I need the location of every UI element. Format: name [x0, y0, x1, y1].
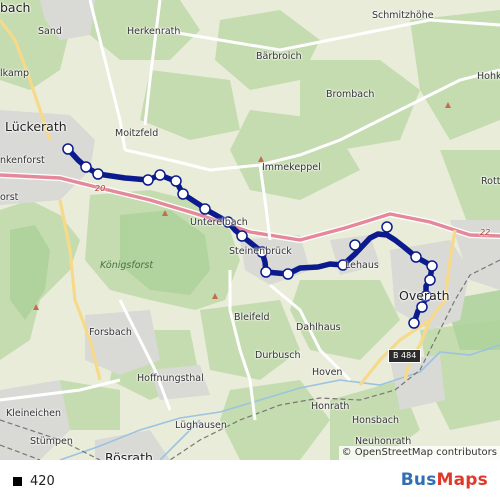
place-label: Bleifeld	[234, 312, 270, 323]
place-label: Dahlhaus	[296, 322, 341, 333]
road-label-a4-west: 20	[95, 184, 106, 193]
place-label: Overath	[399, 288, 450, 303]
place-label: Königsforst	[100, 260, 154, 271]
attribution-text: © OpenStreetMap contributors	[341, 447, 497, 458]
road-label-a4-east: 22	[480, 228, 491, 237]
map-attribution[interactable]: © OpenStreetMap contributors	[338, 446, 500, 460]
bus-stop-marker[interactable]	[170, 175, 182, 187]
bus-stop-marker[interactable]	[199, 203, 211, 215]
place-label: lkamp	[0, 68, 30, 79]
place-label: Hoffnungsthal	[137, 373, 204, 384]
bus-stop-marker[interactable]	[408, 317, 420, 329]
place-label: Immekeppel	[262, 162, 321, 173]
place-label: nkenforst	[0, 155, 45, 166]
route-legend: 420	[13, 474, 55, 489]
place-label: Honrath	[311, 401, 350, 412]
bus-stop-marker[interactable]	[426, 260, 438, 272]
bus-stop-marker[interactable]	[260, 266, 272, 278]
logo-text-maps: Maps	[436, 470, 488, 490]
place-label: Forsbach	[89, 327, 132, 338]
place-label: Herkenrath	[127, 26, 181, 37]
bus-stop-marker[interactable]	[410, 251, 422, 263]
legend-swatch	[13, 477, 22, 486]
place-label: Honsbach	[352, 415, 400, 426]
place-label: Sand	[38, 26, 62, 37]
place-label: Unterelbach	[190, 217, 248, 228]
place-label: Steinenbrück	[229, 246, 292, 257]
bus-stop-marker[interactable]	[349, 239, 361, 251]
place-label: Brombach	[326, 89, 375, 100]
place-label: Kleineichen	[6, 408, 61, 419]
place-label: Lückerath	[5, 119, 67, 134]
place-label: Hoven	[312, 367, 343, 378]
map-view[interactable]: bach Sand Herkenrath Schmitzhöhe Bärbroich lk…	[0, 0, 500, 460]
bus-stop-marker[interactable]	[424, 274, 436, 286]
bus-route-layer	[62, 143, 438, 329]
bus-stop-marker[interactable]	[92, 168, 104, 180]
bus-stop-marker[interactable]	[80, 161, 92, 173]
bus-stop-marker[interactable]	[142, 174, 154, 186]
place-label: Lehaus	[345, 260, 379, 271]
road-shield-b484: B 484	[388, 349, 422, 363]
bus-stop-marker[interactable]	[177, 188, 189, 200]
bus-stop-marker[interactable]	[154, 169, 166, 181]
place-label: Durbusch	[255, 350, 301, 361]
place-label: Stümpen	[30, 436, 73, 447]
legend-route-number: 420	[30, 474, 55, 489]
bus-stop-marker[interactable]	[236, 230, 248, 242]
place-label: bach	[0, 0, 31, 15]
bus-stop-marker[interactable]	[381, 221, 393, 233]
place-label: Hohk	[477, 71, 500, 82]
bus-route-420-line	[65, 146, 435, 326]
place-label: Schmitzhöhe	[372, 10, 434, 21]
logo-text-bus: Bus	[400, 470, 437, 490]
place-label: Bärbroich	[256, 51, 302, 62]
footer-bar: 420 BusMaps	[0, 460, 500, 500]
place-label: Rösrath	[105, 450, 153, 460]
busmaps-logo[interactable]: BusMaps	[401, 470, 488, 490]
bus-stop-marker[interactable]	[282, 268, 294, 280]
place-label: Lüghausen	[175, 420, 227, 431]
bus-stop-marker[interactable]	[62, 143, 74, 155]
place-label: orst	[0, 192, 19, 203]
place-label: Moitzfeld	[115, 128, 159, 139]
bus-stop-marker[interactable]	[416, 301, 428, 313]
place-label: Rott	[481, 176, 500, 187]
